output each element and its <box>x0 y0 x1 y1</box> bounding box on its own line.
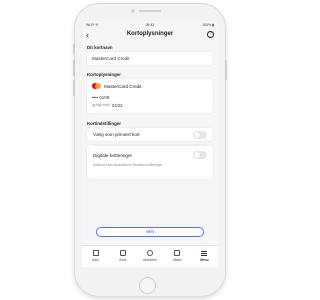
tab-home-label: Hjem <box>91 258 100 262</box>
settings-section-label: Kortindstillinger <box>87 121 121 126</box>
app-screen: Wi-Fi ⦿ 09:41 100% ▮ ‹ Kortoplysninger ?… <box>82 21 218 267</box>
expiry-label: gyldig indtil <box>92 103 110 107</box>
tab-activities[interactable]: Aktiviteter <box>136 246 163 267</box>
delete-card-button[interactable]: Slet <box>96 227 204 237</box>
status-bar: Wi-Fi ⦿ 09:41 100% ▮ <box>82 21 218 29</box>
tab-menu-label: Menu <box>200 258 209 262</box>
mute-switch <box>73 44 75 54</box>
card-info-panel: MasterCard Credit •••• 6109 gyldig indti… <box>87 79 213 113</box>
tab-bar: Hjem Butik Aktiviteter Aftaler Menu <box>82 245 218 267</box>
volume-down-button <box>73 80 75 96</box>
card-info-section-label: Kortoplysninger <box>87 72 121 77</box>
menu-icon <box>201 250 208 256</box>
page-title: Kortoplysninger <box>126 31 174 37</box>
shop-icon <box>119 250 126 256</box>
tab-activities-label: Aktiviteter <box>142 258 157 262</box>
front-camera <box>131 9 135 13</box>
digital-receipts-toggle[interactable] <box>193 151 207 159</box>
tab-agreements[interactable]: Aftaler <box>164 246 191 267</box>
tab-shop-label: Butik <box>119 258 127 262</box>
activity-icon <box>146 250 153 256</box>
status-time: 09:41 <box>145 23 155 27</box>
tab-shop[interactable]: Butik <box>109 246 136 267</box>
tab-menu[interactable]: Menu <box>191 246 218 267</box>
tab-home[interactable]: Hjem <box>82 246 109 267</box>
digital-receipts-panel: Digitale kvitteringer Dette kort kan anv… <box>87 145 213 179</box>
agreements-icon <box>174 250 181 256</box>
home-icon <box>92 250 99 256</box>
phone-frame: Wi-Fi ⦿ 09:41 100% ▮ ‹ Kortoplysninger ?… <box>73 4 227 296</box>
tab-agreements-label: Aftaler <box>172 258 182 262</box>
nickname-value: MasterCard Credit <box>92 56 130 61</box>
card-name: MasterCard Credit <box>104 83 142 89</box>
expiry-value: 02/22 <box>112 103 123 108</box>
power-button <box>225 60 227 80</box>
battery-indicator: 100% ▮ <box>202 23 214 27</box>
navigation-bar: ‹ Kortoplysninger ? <box>82 29 218 41</box>
digital-receipts-label: Digitale kvitteringer <box>93 153 133 158</box>
primary-card-toggle[interactable] <box>193 130 207 139</box>
mastercard-logo-icon <box>92 83 101 89</box>
card-number: •••• 6109 <box>92 95 110 100</box>
nickname-section-label: Dit kortnavn <box>87 45 113 50</box>
primary-card-row: Vælg som primært kort <box>87 128 213 141</box>
help-circle-icon[interactable]: ? <box>207 31 214 38</box>
digital-receipts-note: Dette kort kan anvendes for Storebox kvi… <box>93 163 163 167</box>
home-button[interactable] <box>139 277 156 294</box>
divider <box>93 145 207 146</box>
nickname-field[interactable]: MasterCard Credit <box>87 52 213 65</box>
earpiece-speaker <box>139 10 161 12</box>
volume-up-button <box>73 60 75 76</box>
primary-card-label: Vælg som primært kort <box>93 132 140 137</box>
